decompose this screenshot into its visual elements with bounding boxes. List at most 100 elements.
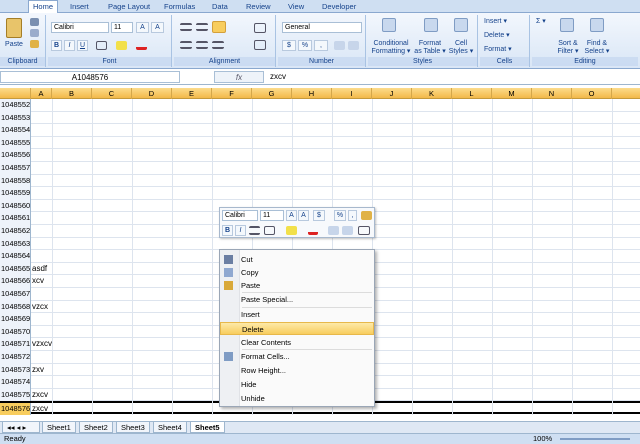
cell-a[interactable]: zxcv: [32, 389, 48, 401]
row-header[interactable]: 1048564: [0, 250, 31, 263]
mini-decrease-decimal-icon[interactable]: [342, 226, 353, 235]
decrease-decimal-icon[interactable]: [348, 41, 359, 50]
underline-button[interactable]: U: [77, 40, 88, 51]
copy-icon[interactable]: [30, 29, 39, 37]
table-row[interactable]: 1048559: [0, 187, 640, 200]
mini-format-painter-icon[interactable]: [361, 211, 372, 220]
column-header-k[interactable]: K: [412, 88, 452, 99]
font-color-icon[interactable]: [136, 40, 147, 50]
increase-decimal-icon[interactable]: [334, 41, 345, 50]
row-header[interactable]: 1048563: [0, 237, 31, 251]
column-header-l[interactable]: L: [452, 88, 492, 99]
sort-filter-button[interactable]: Sort & Filter ▾: [554, 40, 582, 56]
sheet-tab-sheet4[interactable]: Sheet4: [153, 422, 187, 433]
mini-merge-icon[interactable]: [358, 226, 370, 235]
row-header[interactable]: 1048553: [0, 111, 31, 125]
column-header-m[interactable]: M: [492, 88, 532, 99]
tab-insert[interactable]: Insert: [66, 1, 93, 13]
table-row[interactable]: 1048554: [0, 124, 640, 137]
column-header-i[interactable]: I: [332, 88, 372, 99]
sheet-nav-buttons[interactable]: ◂◂ ◂ ▸ ▸▸: [2, 422, 40, 443]
merge-center-icon[interactable]: [254, 40, 266, 50]
row-header[interactable]: 1048560: [0, 199, 31, 213]
formula-input[interactable]: zxcv: [270, 72, 286, 81]
row-header[interactable]: 1048556: [0, 149, 31, 162]
align-top-icon[interactable]: [180, 23, 192, 31]
context-menu-item-delete[interactable]: Delete: [220, 322, 374, 335]
tab-review[interactable]: Review: [242, 1, 275, 13]
table-row[interactable]: 1048552: [0, 99, 640, 112]
tab-page-layout[interactable]: Page Layout: [104, 1, 154, 13]
column-header-n[interactable]: N: [532, 88, 572, 99]
tab-home[interactable]: Home: [28, 0, 59, 13]
mini-percent-button[interactable]: %: [334, 210, 346, 221]
align-right-icon[interactable]: [212, 41, 224, 49]
row-header[interactable]: 1048552: [0, 99, 31, 112]
context-menu-item-format-cells[interactable]: Format Cells...: [220, 350, 374, 363]
mini-font-color-icon[interactable]: [308, 225, 318, 235]
find-select-button[interactable]: Find & Select ▾: [582, 40, 612, 56]
zoom-slider[interactable]: [560, 438, 630, 440]
borders-icon[interactable]: [96, 41, 107, 50]
table-row[interactable]: 1048553: [0, 111, 640, 125]
mini-borders-icon[interactable]: [264, 226, 275, 235]
row-header[interactable]: 1048562: [0, 225, 31, 238]
column-header-f[interactable]: F: [212, 88, 252, 99]
column-header-d[interactable]: D: [132, 88, 172, 99]
row-header[interactable]: 1048570: [0, 325, 31, 339]
column-header-h[interactable]: H: [292, 88, 332, 99]
select-all-corner[interactable]: [0, 88, 31, 99]
paste-button[interactable]: Paste: [2, 41, 26, 49]
grow-font-button[interactable]: A: [136, 22, 149, 33]
table-row[interactable]: 1048558: [0, 174, 640, 188]
column-header-g[interactable]: G: [252, 88, 292, 99]
row-header[interactable]: 1048572: [0, 351, 31, 364]
conditional-formatting-button[interactable]: Conditional Formatting ▾: [368, 40, 414, 56]
row-header[interactable]: 1048567: [0, 288, 31, 301]
row-header[interactable]: 1048575: [0, 388, 31, 402]
tab-developer[interactable]: Developer: [318, 1, 360, 13]
context-menu-item-clear-contents[interactable]: Clear Contents: [220, 336, 374, 349]
format-painter-icon[interactable]: [30, 40, 39, 48]
mini-grow-font-button[interactable]: A: [286, 210, 297, 221]
row-header[interactable]: 1048568: [0, 300, 31, 314]
delete-cells-button[interactable]: Delete ▾: [484, 32, 526, 40]
row-header[interactable]: 1048561: [0, 212, 31, 225]
row-header[interactable]: 1048554: [0, 124, 31, 137]
mini-bold-button[interactable]: B: [222, 225, 233, 236]
context-menu-item-hide[interactable]: Hide: [220, 378, 374, 391]
align-bottom-icon[interactable]: [212, 21, 226, 33]
align-middle-icon[interactable]: [196, 23, 208, 31]
name-box[interactable]: A1048576: [0, 71, 180, 83]
tab-view[interactable]: View: [284, 1, 308, 13]
context-menu-item-cut[interactable]: Cut: [220, 253, 374, 266]
row-header[interactable]: 1048573: [0, 363, 31, 377]
row-header[interactable]: 1048557: [0, 162, 31, 175]
mini-fill-color-icon[interactable]: [286, 226, 297, 235]
table-row[interactable]: 1048557: [0, 162, 640, 175]
context-menu-item-paste[interactable]: Paste: [220, 279, 374, 292]
cell-a[interactable]: zxcv: [32, 403, 48, 415]
table-row[interactable]: 1048555: [0, 136, 640, 150]
autosum-button[interactable]: Σ ▾: [536, 18, 556, 26]
cell-a[interactable]: vzcx: [32, 301, 48, 313]
sheet-tab-sheet2[interactable]: Sheet2: [79, 422, 113, 433]
row-header[interactable]: 1048571: [0, 338, 31, 351]
mini-size-select[interactable]: 11: [260, 210, 284, 221]
mini-comma-button[interactable]: ,: [348, 210, 357, 221]
mini-shrink-font-button[interactable]: A: [298, 210, 309, 221]
column-header-b[interactable]: B: [52, 88, 92, 99]
cell-a[interactable]: asdf: [32, 263, 47, 275]
cell-a[interactable]: xcv: [32, 275, 44, 287]
percent-button[interactable]: %: [298, 40, 312, 51]
mini-font-select[interactable]: Calibri: [222, 210, 258, 221]
cell-a[interactable]: zxv: [32, 364, 44, 376]
shrink-font-button[interactable]: A: [151, 22, 164, 33]
row-header[interactable]: 1048555: [0, 136, 31, 150]
italic-button[interactable]: I: [64, 40, 75, 51]
row-header[interactable]: 1048569: [0, 313, 31, 326]
column-header-a[interactable]: A: [31, 88, 52, 99]
mini-italic-button[interactable]: I: [235, 225, 246, 236]
column-header-c[interactable]: C: [92, 88, 132, 99]
context-menu-item-unhide[interactable]: Unhide: [220, 392, 374, 405]
